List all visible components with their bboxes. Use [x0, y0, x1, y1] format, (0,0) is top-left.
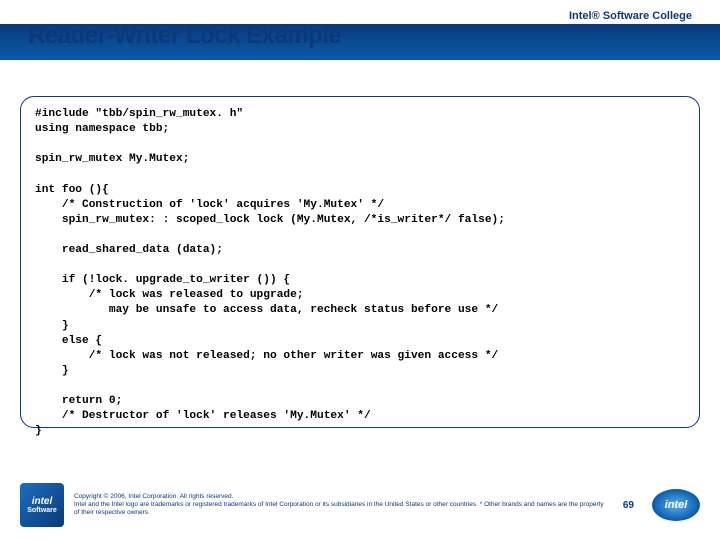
- logo-left-line1: intel: [32, 496, 53, 507]
- code-example-box: #include "tbb/spin_rw_mutex. h" using na…: [20, 96, 700, 428]
- slide-title: Reader-Writer Lock Example: [28, 22, 341, 50]
- page-number: 69: [623, 500, 634, 511]
- intel-logo: intel: [652, 489, 700, 521]
- copyright-text: Copyright © 2006, Intel Corporation. All…: [74, 493, 605, 516]
- footer: intel Software Copyright © 2006, Intel C…: [20, 480, 700, 530]
- code-content: #include "tbb/spin_rw_mutex. h" using na…: [35, 107, 685, 439]
- header-brand: Intel® Software College: [569, 10, 692, 22]
- logo-left-line2: Software: [27, 507, 57, 514]
- intel-software-logo: intel Software: [20, 483, 64, 527]
- copyright-line1: Copyright © 2006, Intel Corporation. All…: [74, 493, 605, 501]
- copyright-line2: Intel and the Intel logo are trademarks …: [74, 501, 605, 517]
